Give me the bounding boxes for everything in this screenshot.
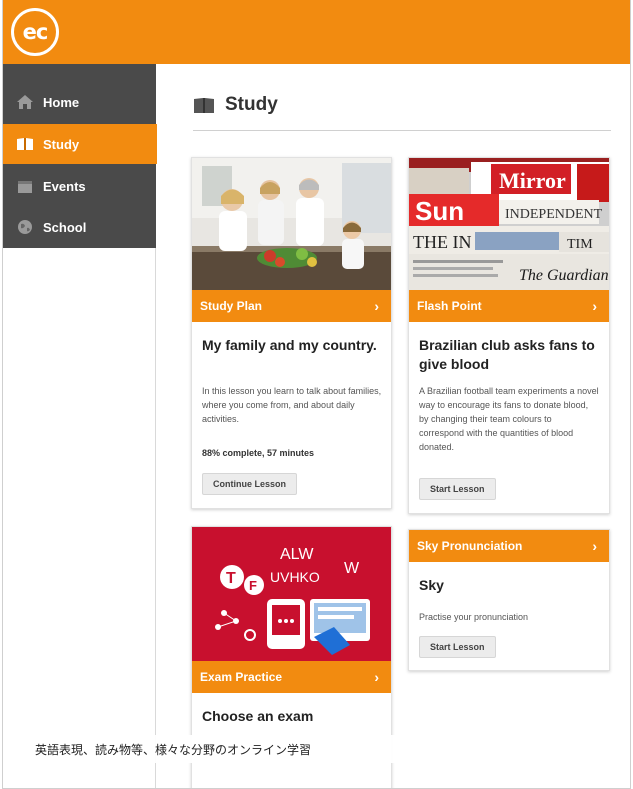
- calendar-icon: [15, 178, 35, 194]
- sidebar-item-label: Home: [43, 94, 80, 110]
- exam-illustration: T F ALW UVHKO W: [192, 527, 391, 661]
- card-category-bar[interactable]: Exam Practice ›: [192, 661, 391, 693]
- continue-lesson-button[interactable]: Continue Lesson: [202, 473, 298, 495]
- newspaper-masthead: The Guardian: [519, 267, 609, 284]
- card-title[interactable]: Choose an exam: [202, 707, 382, 726]
- sidebar-item-events[interactable]: Events: [3, 166, 156, 206]
- caption-overlay: 英語表現、読み物等、様々な分野のオンライン学習: [29, 735, 494, 763]
- sidebar-item-label: Study: [43, 136, 80, 152]
- card-description: In this lesson you learn to talk about f…: [202, 386, 382, 424]
- start-lesson-button[interactable]: Start Lesson: [419, 636, 496, 658]
- lesson-card-study-plan[interactable]: Study Plan › My family and my country. I…: [191, 157, 392, 509]
- logo-text: ec: [22, 20, 49, 44]
- chevron-right-icon: ›: [374, 669, 379, 685]
- card-category: Flash Point: [417, 299, 482, 313]
- newspaper-masthead: Sun: [415, 196, 464, 226]
- sidebar: Home Study Events School: [3, 64, 175, 788]
- ec-logo[interactable]: ec: [11, 8, 59, 56]
- divider: [193, 130, 611, 131]
- chevron-right-icon: ›: [592, 538, 597, 554]
- newspaper-masthead: INDEPENDENT: [505, 207, 603, 222]
- card-title[interactable]: Sky: [419, 576, 599, 595]
- illustration-letters: UVHKO: [270, 569, 320, 585]
- sidebar-item-home[interactable]: Home: [3, 82, 156, 122]
- lesson-card-sky-pronunciation[interactable]: Sky Pronunciation › Sky Practise your pr…: [408, 529, 610, 671]
- sidebar-item-study[interactable]: Study: [3, 124, 175, 164]
- card-description: Practise your pronunciation: [419, 612, 529, 622]
- family-kitchen-photo: [192, 158, 391, 290]
- main-content: Study Study Plan › My family and my coun…: [157, 64, 630, 788]
- top-bar: ec: [3, 0, 630, 64]
- illustration-letters: ALW: [280, 546, 314, 563]
- card-category: Study Plan: [200, 299, 263, 313]
- illustration-letter: W: [344, 560, 360, 577]
- book-icon: [193, 97, 215, 114]
- card-title[interactable]: My family and my country.: [202, 336, 382, 355]
- card-category-bar[interactable]: Sky Pronunciation ›: [409, 530, 609, 562]
- app-window: ec Home Study Events School Study Study …: [2, 0, 631, 789]
- card-category: Exam Practice: [200, 670, 283, 684]
- card-category-bar[interactable]: Flash Point ›: [409, 290, 609, 322]
- book-icon: [15, 136, 35, 152]
- illustration-letter: T: [226, 570, 236, 587]
- progress-text: 88% complete, 57 minutes: [202, 448, 315, 458]
- illustration-letter: F: [249, 578, 257, 593]
- lesson-card-flash-point[interactable]: Mirror Sun INDEPENDENT THE IN TIM The Gu…: [408, 157, 610, 514]
- globe-icon: [15, 219, 35, 235]
- home-icon: [15, 94, 35, 110]
- newspaper-masthead: Mirror: [499, 168, 566, 193]
- newspaper-masthead: TIM: [567, 237, 593, 252]
- page-title-text: Study: [225, 94, 278, 115]
- card-category: Sky Pronunciation: [417, 539, 523, 553]
- sidebar-item-label: School: [43, 219, 87, 235]
- card-description: A Brazilian football team experiments a …: [419, 386, 599, 452]
- card-category-bar[interactable]: Study Plan ›: [192, 290, 391, 322]
- card-title[interactable]: Brazilian club asks fans to give blood: [419, 336, 599, 374]
- page-title: Study: [193, 94, 278, 116]
- start-lesson-button[interactable]: Start Lesson: [419, 478, 496, 500]
- newspaper-masthead: THE IN: [413, 232, 471, 252]
- sidebar-item-school[interactable]: School: [3, 207, 156, 247]
- chevron-right-icon: ›: [592, 298, 597, 314]
- sidebar-item-label: Events: [43, 178, 86, 194]
- newspapers-photo: Mirror Sun INDEPENDENT THE IN TIM The Gu…: [409, 158, 609, 290]
- chevron-right-icon: ›: [374, 298, 379, 314]
